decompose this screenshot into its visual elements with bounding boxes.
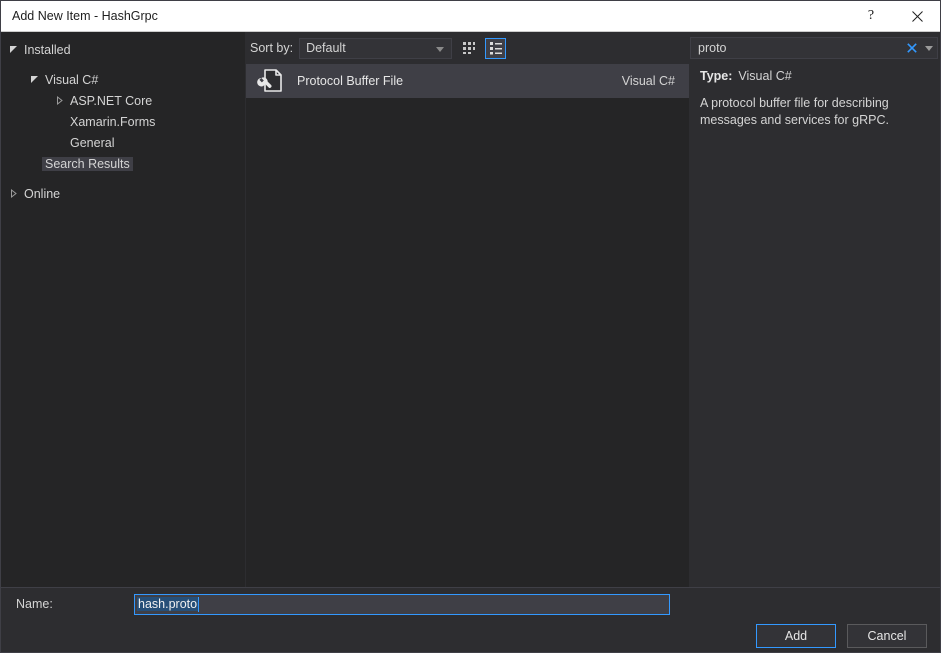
search-input[interactable]: proto [691, 41, 903, 55]
name-input[interactable]: hash.proto [134, 593, 670, 615]
chevron-down-icon [436, 41, 445, 55]
description-area: Type: Visual C# A protocol buffer file fo… [689, 64, 940, 587]
type-label: Type: [700, 69, 733, 83]
name-bar: Name: hash.proto [1, 587, 940, 620]
tree-node-label: Xamarin.Forms [70, 114, 156, 129]
sort-by-dropdown[interactable]: Default [299, 37, 453, 59]
add-button[interactable]: Add [756, 624, 836, 648]
panes-container: Installed Visual C# ASP.NET Core Xamarin… [1, 32, 940, 587]
dialog-body: Installed Visual C# ASP.NET Core Xamarin… [1, 32, 940, 652]
name-input-value: hash.proto [137, 597, 199, 611]
collapsed-triangle-icon[interactable] [51, 96, 67, 105]
cancel-button[interactable]: Cancel [847, 624, 927, 648]
type-row: Type: Visual C# [700, 69, 929, 83]
tree-node-installed[interactable]: Installed [1, 39, 245, 60]
search-row: proto [689, 32, 940, 64]
list-item-language: Visual C# [621, 74, 675, 88]
tree-node-label: Online [24, 186, 61, 201]
details-pane: proto Type: Visual C# A protocol buffer … [689, 32, 940, 587]
tree-node-label: ASP.NET Core [70, 93, 153, 108]
category-tree: Installed Visual C# ASP.NET Core Xamarin… [1, 32, 245, 587]
view-small-icons-button[interactable] [458, 38, 479, 59]
add-new-item-dialog: Add New Item - HashGrpc ? Installed Visu… [0, 0, 941, 653]
close-button[interactable] [894, 1, 940, 31]
question-mark-icon: ? [867, 8, 875, 23]
tree-node-label: General [70, 135, 115, 150]
tree-node-xamarin-forms[interactable]: Xamarin.Forms [1, 111, 245, 132]
search-box[interactable]: proto [690, 37, 938, 59]
tree-node-aspnet-core[interactable]: ASP.NET Core [1, 90, 245, 111]
expanded-triangle-icon[interactable] [5, 45, 21, 54]
expanded-triangle-icon[interactable] [26, 75, 42, 84]
help-button[interactable]: ? [848, 1, 894, 31]
clear-icon [907, 43, 917, 53]
template-list[interactable]: Protocol Buffer File Visual C# [246, 64, 689, 587]
grid-view-icon [462, 42, 475, 54]
view-list-button[interactable] [485, 37, 507, 59]
tree-node-label: Visual C# [45, 72, 99, 87]
dialog-footer: Add Cancel [1, 620, 940, 652]
protocol-buffer-file-icon [253, 65, 285, 97]
type-value: Visual C# [738, 69, 792, 83]
text-caret [198, 596, 200, 612]
list-item[interactable]: Protocol Buffer File Visual C# [246, 64, 689, 98]
sort-by-label: Sort by: [250, 41, 294, 55]
dialog-title: Add New Item - HashGrpc [12, 9, 158, 23]
title-bar: Add New Item - HashGrpc ? [1, 1, 940, 32]
description-text: A protocol buffer file for describing me… [700, 96, 889, 127]
list-view-icon [489, 42, 502, 55]
sort-by-value: Default [306, 41, 346, 55]
tree-node-label: Installed [24, 42, 71, 57]
tree-node-visual-csharp[interactable]: Visual C# [1, 69, 245, 90]
clear-search-button[interactable] [903, 43, 921, 53]
tree-node-general[interactable]: General [1, 132, 245, 153]
tree-node-label: Search Results [42, 156, 133, 171]
name-label: Name: [16, 597, 53, 611]
list-item-name: Protocol Buffer File [297, 74, 404, 88]
template-list-pane: Sort by: Default Protocol Buffer File Vi… [245, 32, 689, 587]
search-dropdown-button[interactable] [921, 45, 937, 51]
tree-node-online[interactable]: Online [1, 183, 245, 204]
chevron-down-icon [925, 45, 933, 51]
close-icon [911, 10, 923, 22]
list-toolbar: Sort by: Default [245, 32, 689, 64]
collapsed-triangle-icon[interactable] [5, 189, 21, 198]
tree-node-search-results[interactable]: Search Results [1, 153, 245, 174]
